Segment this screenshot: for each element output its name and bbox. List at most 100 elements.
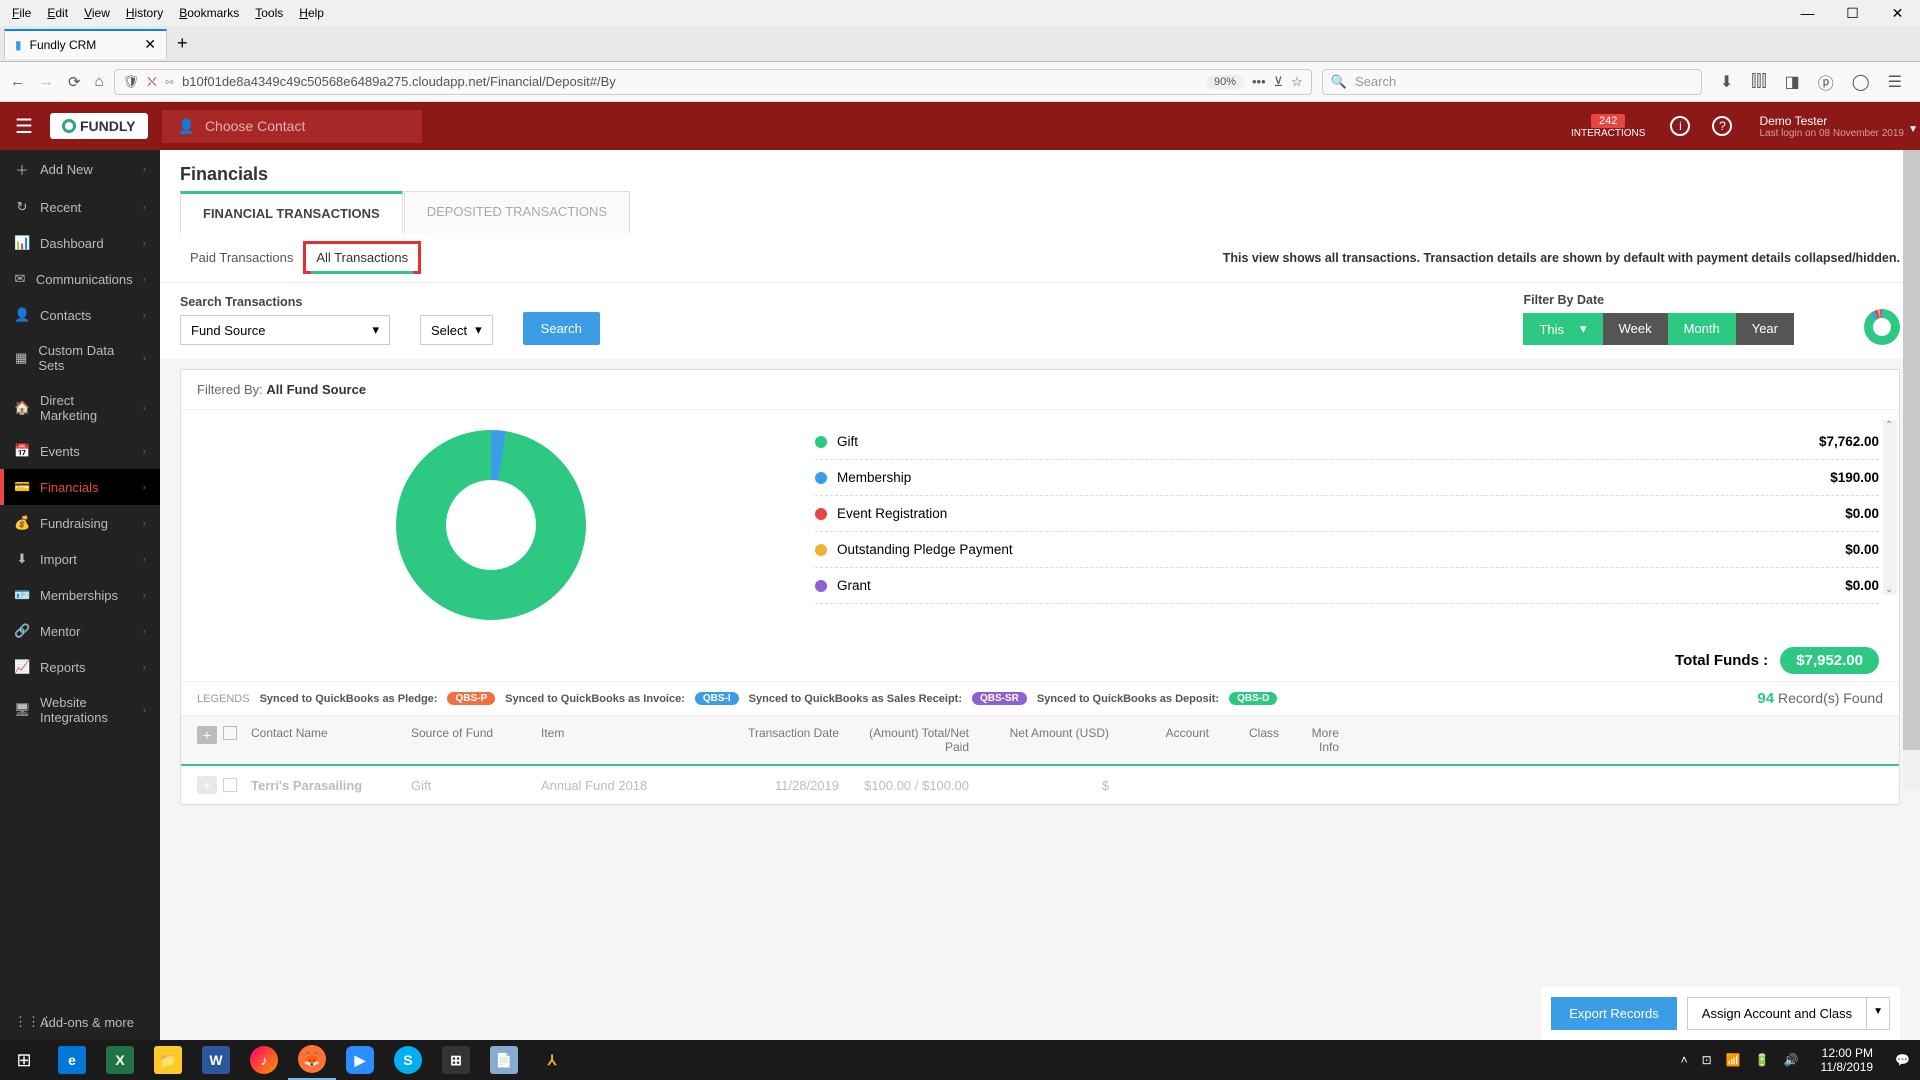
legend-item[interactable]: Grant$0.00 (815, 568, 1879, 604)
choose-contact[interactable]: 👤 Choose Contact (162, 110, 422, 143)
task-edge[interactable]: e (48, 1040, 96, 1080)
app-logo[interactable]: FUNDLY (50, 113, 148, 139)
sidebar-item-add-new[interactable]: ＋Add New› (0, 150, 160, 189)
sidebar-item-direct-marketing[interactable]: 🏠Direct Marketing› (0, 383, 160, 433)
pinterest-icon[interactable]: ⓟ (1818, 70, 1834, 94)
tray-battery-icon[interactable]: 🔋 (1755, 1053, 1770, 1067)
tab-deposited-transactions[interactable]: DEPOSITED TRANSACTIONS (404, 191, 630, 233)
sidebar-item-events[interactable]: 📅Events› (0, 433, 160, 469)
tray-volume-icon[interactable]: 🔊 (1784, 1053, 1799, 1067)
subtab-paid[interactable]: Paid Transactions (180, 244, 303, 271)
task-firefox[interactable]: 🦊 (288, 1040, 336, 1080)
url-bar[interactable]: 🛡 ⛌ ◦◦ b10f01de8a4349c49c50568e6489a275.… (114, 69, 1312, 95)
browser-search[interactable]: 🔍 Search (1322, 69, 1702, 95)
sidebar-item-financials[interactable]: 💳Financials› (0, 469, 160, 505)
assign-account-button[interactable]: Assign Account and Class (1687, 997, 1867, 1030)
search-button[interactable]: Search (523, 312, 600, 345)
window-close[interactable]: ✕ (1875, 0, 1920, 26)
tray-expand-icon[interactable]: ˄ (1681, 1053, 1688, 1067)
menu-history[interactable]: History (118, 3, 171, 23)
bookmark-star-icon[interactable]: ☆ (1291, 74, 1303, 90)
sidebar-item-dashboard[interactable]: 📊Dashboard› (0, 225, 160, 261)
tab-close-icon[interactable]: ✕ (144, 36, 156, 53)
window-maximize[interactable]: ☐ (1830, 0, 1875, 26)
col-more[interactable]: More Info (1285, 726, 1345, 754)
forward-button[interactable]: → (39, 73, 54, 90)
task-notepad[interactable]: 📄 (480, 1040, 528, 1080)
tray-notifications-icon[interactable]: 💬 (1895, 1053, 1910, 1067)
menu-tools[interactable]: Tools (247, 3, 291, 23)
back-button[interactable]: ← (10, 73, 25, 90)
table-row[interactable]: + Terri's Parasailing Gift Annual Fund 2… (181, 766, 1899, 804)
col-date[interactable]: Transaction Date (735, 726, 845, 740)
menu-view[interactable]: View (76, 3, 118, 23)
task-word[interactable]: W (192, 1040, 240, 1080)
task-calculator[interactable]: ⊞ (432, 1040, 480, 1080)
permissions-icon[interactable]: ◦◦ (165, 74, 174, 89)
legend-item[interactable]: Outstanding Pledge Payment$0.00 (815, 532, 1879, 568)
row-checkbox[interactable] (223, 778, 237, 792)
menu-help[interactable]: Help (291, 3, 332, 23)
sidebar-item-custom-data-sets[interactable]: ▦Custom Data Sets› (0, 333, 160, 383)
col-contact[interactable]: Contact Name (245, 726, 405, 740)
segment-week[interactable]: Week (1603, 313, 1668, 345)
start-button[interactable]: ⊞ (0, 1040, 48, 1080)
segment-month[interactable]: Month (1668, 313, 1736, 345)
new-tab-button[interactable]: + (177, 33, 188, 54)
mini-donut-chart[interactable] (1864, 309, 1900, 345)
page-scrollbar[interactable] (1903, 150, 1920, 790)
lock-crossed-icon[interactable]: ⛌ (147, 74, 157, 90)
col-net[interactable]: Net Amount (USD) (975, 726, 1115, 740)
sidebar-item-memberships[interactable]: 🪪Memberships› (0, 577, 160, 613)
menu-bookmarks[interactable]: Bookmarks (171, 3, 247, 23)
sidebar-addons[interactable]: ⋮⋮⋮Add-ons & more (0, 1004, 160, 1040)
tab-financial-transactions[interactable]: FINANCIAL TRANSACTIONS (180, 191, 403, 233)
tray-wifi-icon[interactable]: 📶 (1726, 1053, 1741, 1067)
legend-item[interactable]: Gift$7,762.00 (815, 424, 1879, 460)
shield-icon[interactable]: 🛡 (123, 74, 140, 90)
fund-source-select[interactable]: Fund Source ▾ (180, 315, 390, 345)
page-actions-icon[interactable]: ••• (1252, 74, 1266, 89)
zoom-level[interactable]: 90% (1206, 75, 1244, 89)
task-explorer[interactable]: 📁 (144, 1040, 192, 1080)
menu-edit[interactable]: Edit (39, 3, 76, 23)
segment-this[interactable]: This▾ (1523, 313, 1602, 345)
taskbar-clock[interactable]: 12:00 PM 11/8/2019 (1813, 1046, 1882, 1075)
browser-tab[interactable]: ▮ Fundly CRM ✕ (4, 29, 167, 59)
col-item[interactable]: Item (535, 726, 735, 740)
tray-dropbox-icon[interactable]: ⊡ (1702, 1053, 1712, 1067)
sidebar-item-reports[interactable]: 📈Reports› (0, 649, 160, 685)
scrollbar-thumb[interactable] (1903, 150, 1920, 750)
sidebar-item-import[interactable]: ⬇Import› (0, 541, 160, 577)
task-app[interactable]: ⅄ (528, 1040, 576, 1080)
select-dropdown[interactable]: Select ▾ (420, 315, 493, 345)
sidebar-item-communications[interactable]: ✉Communications› (0, 261, 160, 297)
task-excel[interactable]: X (96, 1040, 144, 1080)
select-all-checkbox[interactable] (223, 726, 237, 740)
segment-year[interactable]: Year (1736, 313, 1794, 345)
sidebar-item-contacts[interactable]: 👤Contacts› (0, 297, 160, 333)
assign-dropdown-toggle[interactable]: ▼ (1867, 997, 1890, 1030)
menu-file[interactable]: File (4, 3, 39, 23)
col-amount[interactable]: (Amount) Total/Net Paid (845, 726, 975, 754)
subtab-all[interactable]: All Transactions (303, 241, 421, 274)
expand-row-button[interactable]: + (197, 776, 217, 794)
sidebar-item-recent[interactable]: ↻Recent› (0, 189, 160, 225)
info-button[interactable]: i (1659, 116, 1701, 136)
task-zoom[interactable]: ▶ (336, 1040, 384, 1080)
window-minimize[interactable]: — (1785, 0, 1830, 26)
col-class[interactable]: Class (1215, 726, 1285, 740)
menu-toggle-icon[interactable]: ☰ (0, 102, 48, 150)
sidebar-item-mentor[interactable]: 🔗Mentor› (0, 613, 160, 649)
sidebar-item-fundraising[interactable]: 💰Fundraising› (0, 505, 160, 541)
user-menu[interactable]: Demo Tester Last login on 08 November 20… (1743, 114, 1920, 139)
reload-button[interactable]: ⟳ (68, 73, 81, 91)
legend-item[interactable]: Membership$190.00 (815, 460, 1879, 496)
col-source[interactable]: Source of Fund (405, 726, 535, 740)
task-skype[interactable]: S (384, 1040, 432, 1080)
help-button[interactable]: ? (1701, 116, 1743, 136)
home-button[interactable]: ⌂ (95, 73, 104, 90)
export-records-button[interactable]: Export Records (1551, 997, 1677, 1030)
legend-scrollbar[interactable] (1883, 420, 1897, 595)
library-icon[interactable]: ⫿⫿⫿ (1751, 73, 1766, 91)
